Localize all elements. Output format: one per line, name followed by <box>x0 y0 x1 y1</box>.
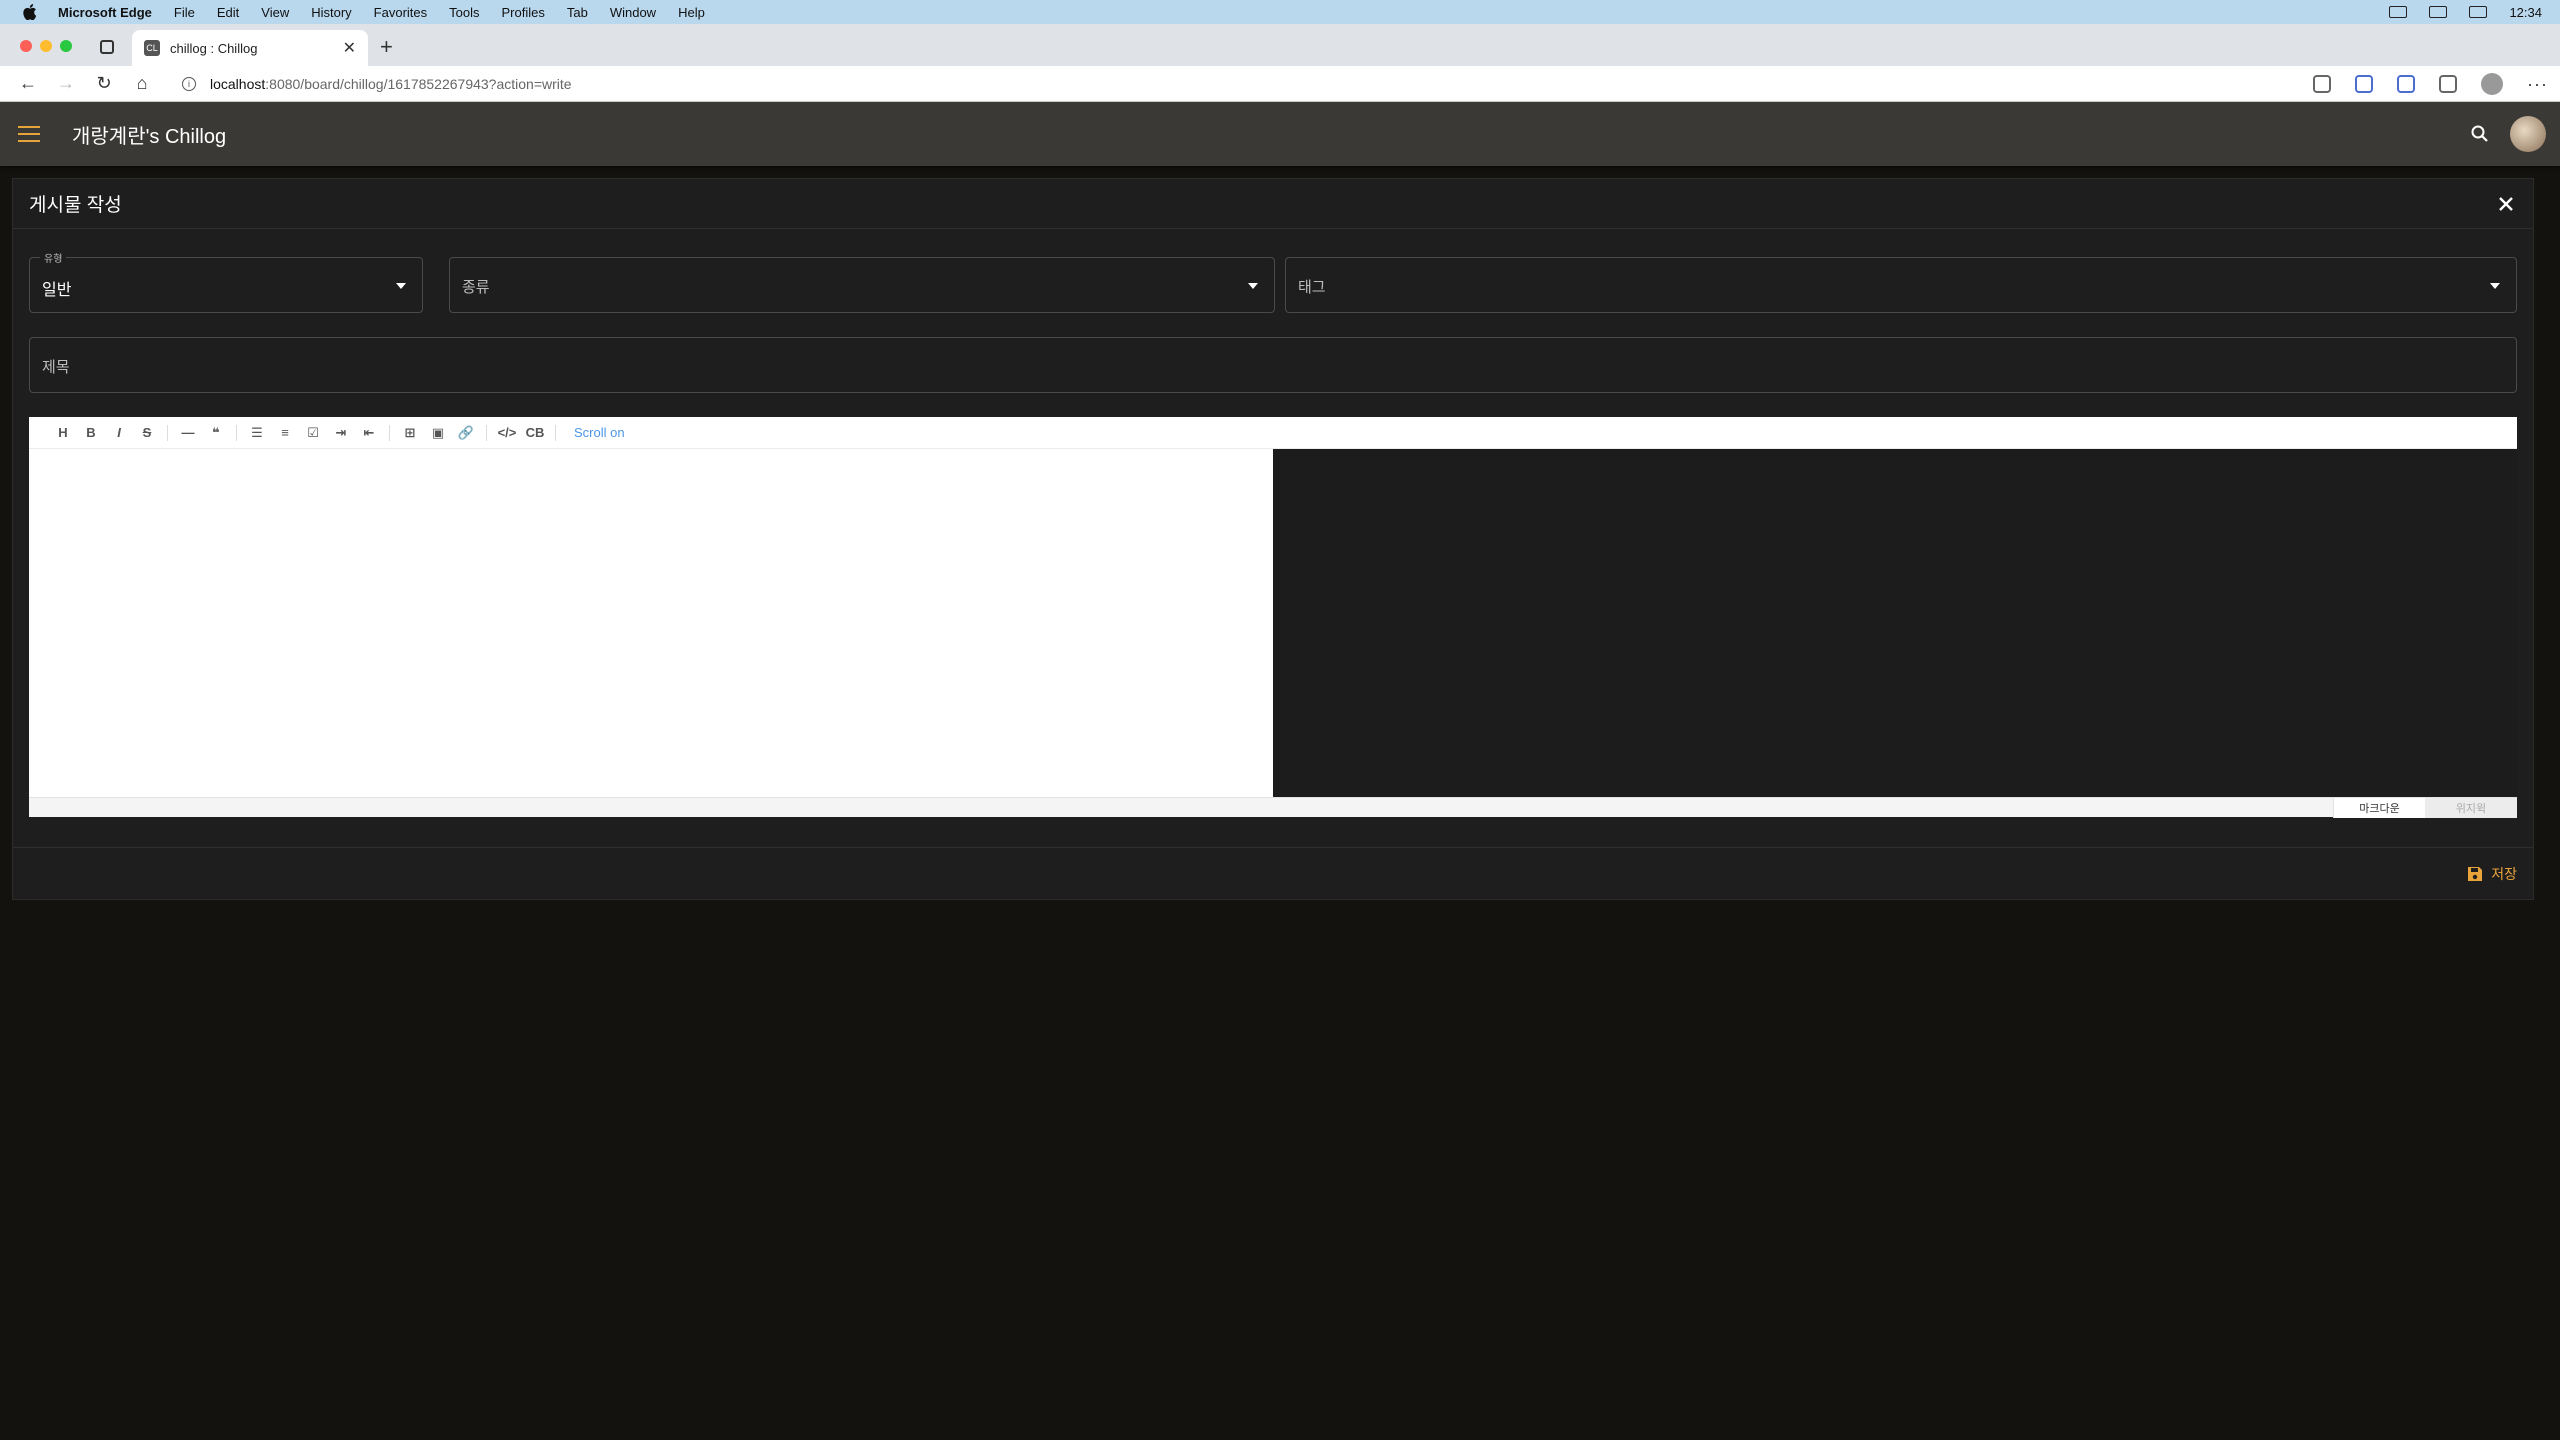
floppy-disk-icon <box>2468 867 2483 881</box>
bullet-list-icon[interactable]: ☰ <box>243 421 271 445</box>
menu-tab[interactable]: Tab <box>567 5 588 20</box>
forward-arrow-icon[interactable]: → <box>56 73 76 94</box>
kind-select[interactable]: 종류 <box>449 257 1275 313</box>
url-host: localhost <box>210 75 266 92</box>
site-title[interactable]: 개랑계란's Chillog <box>72 120 226 149</box>
toolbar-divider <box>486 424 487 441</box>
markdown-editor: H B I S — ❝ ☰ ≡ ☑ ⇥ ⇤ ⊞ ▣ 🔗 </> CB Scrol… <box>29 417 2517 818</box>
window-minimize-button[interactable] <box>40 40 52 52</box>
numbered-list-icon[interactable]: ≡ <box>271 421 299 445</box>
window-zoom-button[interactable] <box>60 40 72 52</box>
kind-select-placeholder: 종류 <box>462 279 490 296</box>
dialog-title: 게시물 작성 <box>29 195 122 216</box>
menu-edit[interactable]: Edit <box>217 5 239 20</box>
outdent-icon[interactable]: ⇤ <box>355 421 383 445</box>
strikethrough-icon[interactable]: S <box>133 421 161 445</box>
link-icon[interactable]: 🔗 <box>452 421 480 445</box>
type-select-value: 일반 <box>42 282 72 299</box>
write-post-dialog: 게시물 작성 유형 일반 종류 태그 제목 H B I S — ❝ ☰ ≡ ☑ … <box>12 178 2534 900</box>
user-avatar[interactable] <box>2510 116 2546 152</box>
quote-icon[interactable]: ❝ <box>202 421 230 445</box>
browser-tab-strip: CL chillog : Chillog ✕ + <box>0 24 2560 66</box>
tab-title: chillog : Chillog <box>170 40 258 56</box>
chevron-down-icon <box>396 283 406 289</box>
image-icon[interactable]: ▣ <box>424 421 452 445</box>
chevron-down-icon <box>1248 283 1258 289</box>
apple-icon[interactable] <box>22 4 38 20</box>
tag-select-placeholder: 태그 <box>1298 279 1326 296</box>
subject-input[interactable]: 제목 <box>29 337 2517 393</box>
url-path: :8080/board/chillog/1617852267943?action… <box>265 75 572 92</box>
toolbar-divider <box>555 424 556 441</box>
address-bar: ← → ↻ ⌂ i localhost:8080/board/chillog/1… <box>0 66 2560 102</box>
app-bar: 개랑계란's Chillog <box>0 102 2560 166</box>
toolbar-divider <box>236 424 237 441</box>
menubar-clock[interactable]: 12:34 <box>2509 5 2542 20</box>
subject-input-placeholder: 제목 <box>42 359 70 376</box>
favicon-icon: CL <box>144 40 160 56</box>
save-button-label: 저장 <box>2491 866 2517 882</box>
macos-menubar: Microsoft Edge File Edit View History Fa… <box>0 0 2560 24</box>
extension-icon[interactable] <box>2439 75 2458 93</box>
menu-profiles[interactable]: Profiles <box>502 5 545 20</box>
type-select-label: 유형 <box>40 250 67 265</box>
close-icon[interactable] <box>2493 191 2519 217</box>
home-icon[interactable]: ⌂ <box>132 73 152 94</box>
heading-icon[interactable]: H <box>49 421 77 445</box>
table-icon[interactable]: ⊞ <box>396 421 424 445</box>
keyboard-icon[interactable] <box>2429 6 2448 18</box>
control-center-icon[interactable] <box>2469 6 2488 18</box>
code-icon[interactable]: </> <box>493 421 521 445</box>
browser-tab[interactable]: CL chillog : Chillog ✕ <box>132 30 368 66</box>
translate-icon[interactable] <box>2397 75 2416 93</box>
menubar-status-area: 12:34 <box>2389 0 2542 24</box>
menu-tools[interactable]: Tools <box>449 5 479 20</box>
menu-history[interactable]: History <box>311 5 351 20</box>
scroll-sync-toggle[interactable]: Scroll on <box>574 425 625 440</box>
indent-icon[interactable]: ⇥ <box>327 421 355 445</box>
new-tab-icon[interactable]: + <box>380 34 393 60</box>
reload-icon[interactable]: ↻ <box>94 73 114 94</box>
editor-toolbar: H B I S — ❝ ☰ ≡ ☑ ⇥ ⇤ ⊞ ▣ 🔗 </> CB Scrol… <box>29 417 2517 449</box>
markdown-input-pane[interactable] <box>29 449 1273 797</box>
url-field[interactable]: i localhost:8080/board/chillog/161785226… <box>182 76 572 92</box>
profile-avatar-icon[interactable] <box>2481 73 2504 95</box>
tag-select[interactable]: 태그 <box>1285 257 2517 313</box>
type-select[interactable]: 유형 일반 <box>29 250 423 313</box>
hamburger-menu-icon[interactable] <box>18 126 40 142</box>
dialog-footer: 저장 <box>13 847 2533 899</box>
chevron-down-icon <box>2490 283 2500 289</box>
toolbar-extensions: ··· <box>2313 66 2548 102</box>
more-menu-icon[interactable]: ··· <box>2527 74 2548 95</box>
tab-actions-icon[interactable] <box>100 40 114 54</box>
tab-close-icon[interactable]: ✕ <box>343 38 356 58</box>
markdown-mode-tab[interactable]: 마크다운 <box>2333 798 2425 818</box>
toolbar-divider <box>389 424 390 441</box>
task-list-icon[interactable]: ☑ <box>299 421 327 445</box>
italic-icon[interactable]: I <box>105 421 133 445</box>
menu-favorites[interactable]: Favorites <box>374 5 427 20</box>
collections-icon[interactable] <box>2355 75 2374 93</box>
editor-mode-bar: 마크다운 위지윅 <box>29 797 2517 818</box>
favorite-star-icon[interactable] <box>2313 75 2332 93</box>
toolbar-divider <box>167 424 168 441</box>
code-block-icon[interactable]: CB <box>521 421 549 445</box>
site-info-icon[interactable]: i <box>182 76 196 91</box>
save-button[interactable]: 저장 <box>2467 864 2517 884</box>
preview-pane <box>1273 449 2517 797</box>
menu-help[interactable]: Help <box>678 5 705 20</box>
bold-icon[interactable]: B <box>77 421 105 445</box>
horizontal-rule-icon[interactable]: — <box>174 421 202 445</box>
search-icon[interactable] <box>2470 124 2490 144</box>
dialog-header: 게시물 작성 <box>13 179 2533 229</box>
menu-microsoft-edge[interactable]: Microsoft Edge <box>58 5 152 20</box>
window-close-button[interactable] <box>20 40 32 52</box>
wysiwyg-mode-tab[interactable]: 위지윅 <box>2425 798 2517 818</box>
menu-window[interactable]: Window <box>610 5 656 20</box>
menu-view[interactable]: View <box>261 5 289 20</box>
battery-icon[interactable] <box>2389 6 2408 18</box>
menu-file[interactable]: File <box>174 5 195 20</box>
back-arrow-icon[interactable]: ← <box>18 73 38 94</box>
